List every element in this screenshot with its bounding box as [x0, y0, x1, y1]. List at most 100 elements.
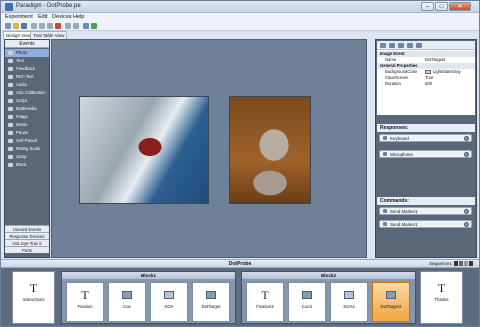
- event-label: Fixation2: [256, 304, 274, 309]
- event-item-text[interactable]: Text: [5, 57, 49, 65]
- property-row-duration[interactable]: Duration 500: [377, 81, 475, 87]
- event-item-self-paced[interactable]: Self-Paced: [5, 137, 49, 145]
- properties-icon[interactable]: [398, 43, 404, 48]
- command-item[interactable]: Send Marker1: [379, 220, 472, 228]
- shark-image[interactable]: [79, 96, 209, 204]
- event-label: Jump: [16, 154, 27, 159]
- experiment-title: DotProbe: [228, 261, 252, 267]
- toolbar: [1, 22, 479, 31]
- event-label: Text: [16, 58, 24, 63]
- event-item-audio[interactable]: Audio: [5, 81, 49, 89]
- event-item-pause[interactable]: Pause: [5, 129, 49, 137]
- ports-button[interactable]: Ports: [5, 246, 49, 253]
- event-item-rich-text[interactable]: Rich Text: [5, 73, 49, 81]
- remove-command-button[interactable]: [464, 222, 469, 227]
- rating-scale-icon: [8, 147, 13, 151]
- remove-response-button[interactable]: [464, 136, 469, 141]
- block-label: Block2: [242, 272, 415, 279]
- event-item-asl-calibration[interactable]: ASL Calibration: [5, 89, 49, 97]
- timeline-event-cue2[interactable]: Cue2: [288, 282, 326, 322]
- remove-response-button[interactable]: [464, 152, 469, 157]
- zoom-in-icon[interactable]: [469, 261, 473, 267]
- event-item-photo[interactable]: Photo: [5, 49, 49, 57]
- commands-header: Commands:: [377, 197, 475, 205]
- alphabetical-icon[interactable]: [389, 43, 395, 48]
- event-item-script[interactable]: Script: [5, 97, 49, 105]
- pause-event-icon: [344, 291, 354, 299]
- event-label: Instructions: [22, 297, 45, 302]
- timeline-event-dottarget[interactable]: DotTarget: [192, 282, 230, 322]
- save-icon[interactable]: [21, 23, 27, 29]
- block-label: Block1: [62, 272, 235, 279]
- event-item-block[interactable]: Block: [5, 161, 49, 169]
- timeline: T Instructions Block1 T Fixation Cue SOA …: [1, 268, 479, 326]
- new-icon[interactable]: [5, 23, 11, 29]
- menu-experiment[interactable]: Experiment: [5, 14, 33, 20]
- copy-icon[interactable]: [39, 23, 45, 29]
- block-2[interactable]: Block2 T Fixation2 Cue2 SOA2 DotTarget2: [241, 271, 416, 324]
- open-icon[interactable]: [13, 23, 19, 29]
- menu-edit[interactable]: Edit: [38, 14, 47, 20]
- event-label: Cue: [123, 304, 131, 309]
- stimulus-canvas[interactable]: [51, 39, 367, 258]
- settings-icon[interactable]: [83, 23, 89, 29]
- zoom-step-icon[interactable]: [459, 261, 463, 267]
- sequence-selector[interactable]: Sequence1: [429, 261, 473, 267]
- timeline-event-thanks[interactable]: T Thanks: [420, 271, 463, 324]
- undo-icon[interactable]: [65, 23, 71, 29]
- response-item-keyboard[interactable]: Keyboard: [379, 134, 472, 142]
- timeline-event-fixation2[interactable]: T Fixation2: [246, 282, 284, 322]
- timeline-event-fixation[interactable]: T Fixation: [66, 282, 104, 322]
- maximize-button[interactable]: □: [435, 2, 448, 11]
- event-label: Photo: [16, 50, 28, 55]
- cut-icon[interactable]: [31, 23, 37, 29]
- command-label: Send Marker1: [390, 222, 418, 227]
- unused-events-button[interactable]: Unused Events: [5, 225, 49, 232]
- timeline-event-instructions[interactable]: T Instructions: [12, 271, 55, 324]
- event-item-multimedia[interactable]: Multimedia: [5, 105, 49, 113]
- event-label: Audio: [16, 82, 27, 87]
- events-icon[interactable]: [407, 43, 413, 48]
- image-event-icon: [122, 291, 132, 299]
- tab-trial-table-view[interactable]: Trial Table View: [30, 31, 68, 39]
- settings-icon[interactable]: [416, 43, 422, 48]
- text-icon: [8, 59, 13, 63]
- run-icon[interactable]: [91, 23, 97, 29]
- menu-devices[interactable]: Devices: [52, 14, 72, 20]
- redo-icon[interactable]: [73, 23, 79, 29]
- property-value-text: LightSlateGray: [433, 69, 461, 74]
- zoom-step-icon[interactable]: [464, 261, 468, 267]
- command-item[interactable]: Send Marker1: [379, 207, 472, 215]
- event-item-feedback[interactable]: Feedback: [5, 65, 49, 73]
- remove-command-button[interactable]: [464, 209, 469, 214]
- pause-icon: [8, 131, 13, 135]
- properties-toolbar: [377, 41, 475, 50]
- timeline-event-soa[interactable]: SOA: [150, 282, 188, 322]
- menu-help[interactable]: Help: [73, 14, 84, 20]
- asl-eye-trac-button[interactable]: ASL Eye-Trac 6: [5, 239, 49, 246]
- kitten-image[interactable]: [229, 96, 311, 204]
- event-label: DotTarget2: [380, 304, 402, 309]
- delete-icon[interactable]: [55, 23, 61, 29]
- event-label: Self-Paced: [16, 138, 38, 143]
- minimize-button[interactable]: –: [421, 2, 434, 11]
- block-1[interactable]: Block1 T Fixation Cue SOA DotTarget: [61, 271, 236, 324]
- response-devices-button[interactable]: Response Devices: [5, 232, 49, 239]
- event-label: Rating Scale: [16, 146, 41, 151]
- property-value[interactable]: 500: [425, 81, 432, 87]
- paste-icon[interactable]: [47, 23, 53, 29]
- event-item-image[interactable]: Image: [5, 113, 49, 121]
- zoom-out-icon[interactable]: [454, 261, 458, 267]
- rich-text-icon: [8, 75, 13, 79]
- response-item-microphone[interactable]: Microphone: [379, 150, 472, 158]
- event-item-rating-scale[interactable]: Rating Scale: [5, 145, 49, 153]
- timeline-event-soa2[interactable]: SOA2: [330, 282, 368, 322]
- event-item-jump[interactable]: Jump: [5, 153, 49, 161]
- title-bar: Paradigm - DotProbe.pe – □ ✕: [1, 1, 479, 13]
- event-item-movie[interactable]: Movie: [5, 121, 49, 129]
- timeline-event-dottarget2[interactable]: DotTarget2: [372, 282, 410, 322]
- properties-grid[interactable]: Image Event Name DotTarget2 General Prope…: [377, 41, 475, 115]
- close-button[interactable]: ✕: [449, 2, 471, 11]
- categorized-icon[interactable]: [380, 43, 386, 48]
- timeline-event-cue[interactable]: Cue: [108, 282, 146, 322]
